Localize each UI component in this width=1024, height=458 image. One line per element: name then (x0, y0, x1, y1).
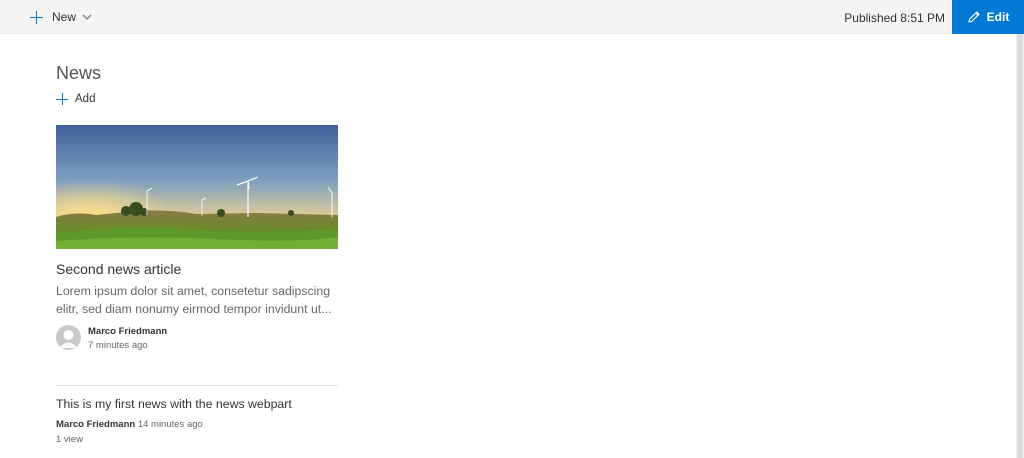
news-item-time: 14 minutes ago (137, 419, 203, 430)
pencil-icon (968, 11, 980, 23)
plus-icon (30, 10, 43, 24)
vertical-scrollbar[interactable] (1016, 34, 1024, 458)
add-news-label: Add (75, 93, 96, 105)
featured-news-time: 7 minutes ago (88, 340, 148, 351)
plus-icon (56, 93, 68, 105)
news-item-author[interactable]: Marco Friedmann (56, 419, 135, 430)
new-button[interactable]: New (30, 8, 92, 26)
divider (56, 385, 338, 386)
featured-news-description: Lorem ipsum dolor sit amet, consetetur s… (56, 284, 332, 316)
featured-news-image[interactable] (56, 125, 338, 249)
chevron-down-icon (82, 14, 92, 20)
featured-news-author[interactable]: Marco Friedmann (88, 326, 167, 337)
published-status: Published 8:51 PM (844, 11, 945, 25)
person-icon (59, 330, 78, 348)
news-item-title[interactable]: This is my first news with the news webp… (56, 397, 292, 411)
news-item-views: 1 view (56, 434, 83, 445)
featured-news-title[interactable]: Second news article (56, 261, 181, 277)
news-item-meta: Marco Friedmann 14 minutes ago (56, 419, 203, 430)
scrollbar-thumb[interactable] (1017, 34, 1023, 458)
avatar (56, 325, 81, 350)
edit-button-label: Edit (986, 10, 1010, 24)
edit-button[interactable]: Edit (952, 0, 1024, 34)
new-button-label: New (52, 10, 77, 24)
add-news-button[interactable]: Add (56, 93, 95, 105)
command-bar: New Published 8:51 PM Edit (0, 0, 1024, 34)
section-title: News (56, 63, 102, 83)
